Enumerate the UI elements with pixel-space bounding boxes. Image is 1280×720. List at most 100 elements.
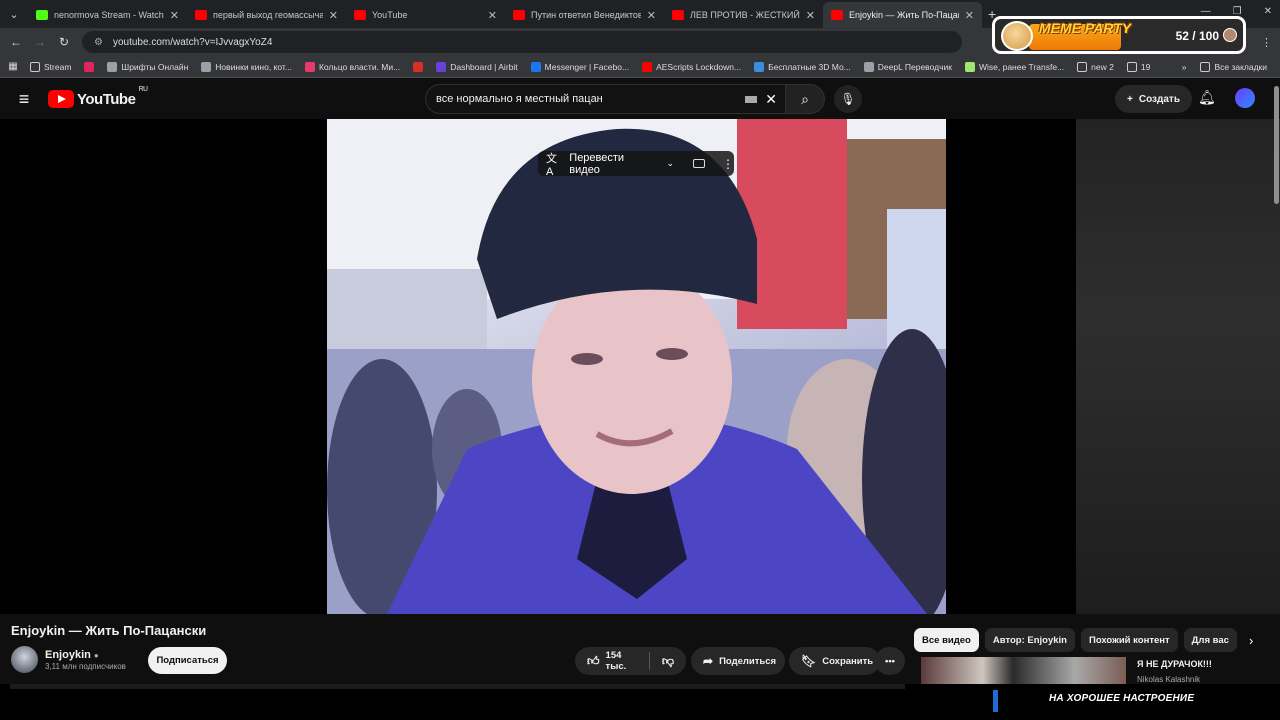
video-frame[interactable] — [327, 119, 946, 614]
recommended-video-channel[interactable]: Nikolas Kalashnik — [1137, 675, 1200, 684]
page-scrollbar[interactable] — [1274, 86, 1279, 204]
keyboard-icon[interactable] — [745, 95, 758, 103]
bookmark-label: Messenger | Facebo... — [544, 61, 630, 72]
close-tab-icon[interactable]: ✕ — [965, 9, 974, 22]
voice-search-button[interactable]: 🎙 — [834, 85, 862, 113]
youtube-icon — [831, 10, 843, 20]
bookmark-item[interactable]: Stream — [30, 61, 71, 72]
like-count[interactable]: 154 тыс. — [606, 650, 637, 672]
youtube-logo[interactable]: YouTube RU — [48, 86, 148, 108]
browser-tab[interactable]: первый выход геомассыча - Y ✕ — [187, 2, 346, 28]
chip-all-videos[interactable]: Все видео — [914, 628, 979, 652]
chevron-down-icon[interactable]: ⌄ — [666, 158, 674, 169]
channel-name[interactable]: Enjoykin ● — [45, 649, 99, 661]
site-icon-purple — [436, 61, 447, 72]
channel-name-text: Enjoykin — [45, 649, 91, 661]
browser-tab[interactable]: Путин ответил Венедиктову - ✕ — [505, 2, 664, 28]
close-tab-icon[interactable]: ✕ — [488, 9, 497, 22]
bookmark-item[interactable]: Бесплатные 3D Мо... — [754, 61, 851, 72]
tab-label: Enjoykin — Жить По-Пацански — [849, 10, 959, 20]
share-icon: ➦ — [703, 654, 714, 668]
more-actions-button[interactable]: ••• — [875, 647, 905, 675]
channel-avatar[interactable] — [11, 646, 38, 673]
browser-tab[interactable]: ЛЕВ ПРОТИВ - ЖЕСТКИЙ ТРЭ ✕ — [664, 2, 823, 28]
site-icon-red — [84, 61, 95, 72]
share-button[interactable]: ➦ Поделиться — [691, 647, 785, 675]
chip-for-you[interactable]: Для вас — [1183, 628, 1237, 652]
bookmark-item[interactable]: Messenger | Facebo... — [530, 61, 630, 72]
create-button[interactable]: + Создать — [1115, 85, 1192, 113]
url-field[interactable]: ⚙ youtube.com/watch?v=IJvvagxYoZ4 — [82, 31, 962, 53]
bookmark-item[interactable]: 19 — [1126, 61, 1151, 72]
banner-accent — [993, 690, 998, 712]
recommended-video-title[interactable]: Я НЕ ДУРАЧОК!!! — [1137, 659, 1212, 669]
doge-icon — [1001, 21, 1033, 51]
share-label: Поделиться — [719, 655, 777, 667]
youtube-header: ≡ YouTube RU все нормально я местный пац… — [0, 79, 1280, 119]
chip-related[interactable]: Похожий контент — [1080, 628, 1178, 652]
tab-search-icon[interactable]: ⌄ — [0, 0, 28, 28]
subscribe-button[interactable]: Подписаться — [148, 647, 227, 674]
bookmark-item[interactable]: Новинки кино, кот... — [201, 61, 292, 72]
bookmark-item[interactable]: Dashboard | Airbit — [436, 61, 518, 72]
bookmark-item[interactable]: AEScripts Lockdown... — [642, 61, 742, 72]
back-icon[interactable]: ← — [4, 35, 28, 49]
thumbs-down-icon[interactable]: 👎︎ — [662, 654, 674, 669]
bookmark-item[interactable] — [413, 61, 424, 72]
clear-search-icon[interactable]: ✕ — [765, 91, 777, 108]
bookmark-label: Бесплатные 3D Мо... — [768, 61, 851, 72]
close-tab-icon[interactable]: ✕ — [170, 9, 179, 22]
browser-tab[interactable]: YouTube ✕ — [346, 2, 505, 28]
site-icon-wise — [964, 61, 975, 72]
bookmark-label: AEScripts Lockdown... — [656, 61, 742, 72]
url-text: youtube.com/watch?v=IJvvagxYoZ4 — [112, 36, 273, 48]
site-info-icon[interactable]: ⚙ — [94, 37, 103, 48]
recommendation-chips: Все видео Автор: Enjoykin Похожий контен… — [914, 628, 1253, 652]
chevron-right-icon[interactable]: › — [1249, 633, 1253, 648]
translate-icon: 文A — [546, 152, 557, 178]
chrome-menu-icon[interactable]: ⋮ — [1261, 36, 1272, 49]
apps-grid-icon[interactable]: ▦ — [0, 61, 26, 72]
bookmark-item[interactable]: new 2 — [1077, 61, 1114, 72]
close-tab-icon[interactable]: ✕ — [647, 9, 656, 22]
browser-tab[interactable]: nenormova Stream - Watch Liv ✕ — [28, 2, 187, 28]
close-tab-icon[interactable]: ✕ — [329, 9, 338, 22]
user-avatar[interactable] — [1235, 88, 1255, 108]
search-input[interactable]: все нормально я местный пацан ✕ — [425, 84, 785, 114]
bookmark-label: Кольцо власти. Ми... — [318, 61, 401, 72]
close-window-icon[interactable]: ✕ — [1264, 6, 1272, 17]
bookmarks-bar: ▦ Stream Шрифты Онлайн Новинки кино, кот..… — [0, 56, 1280, 78]
close-tab-icon[interactable]: ✕ — [806, 9, 815, 22]
all-bookmarks[interactable]: Все закладки — [1200, 61, 1267, 72]
tab-label: ЛЕВ ПРОТИВ - ЖЕСТКИЙ ТРЭ — [690, 10, 800, 20]
youtube-icon — [195, 10, 207, 20]
bookmark-item[interactable]: Wise, ранее Transfe... — [964, 61, 1064, 72]
folder-icon — [1077, 61, 1088, 72]
translate-video-bar[interactable]: 文A Перевести видео ⌄ ⋮ — [538, 151, 734, 178]
bookmark-label: Шрифты Онлайн — [121, 61, 189, 72]
more-options-icon[interactable]: ⋮ — [722, 157, 734, 171]
bookmark-label: Dashboard | Airbit — [450, 61, 518, 72]
bookmark-label: DeepL Переводчик — [877, 61, 952, 72]
bookmark-label: Новинки кино, кот... — [215, 61, 292, 72]
notifications-bell-icon[interactable]: 🔔︎ — [1198, 89, 1216, 106]
subtitles-icon[interactable] — [693, 159, 705, 168]
bookmark-label: 19 — [1140, 61, 1151, 72]
forward-icon[interactable]: → — [28, 35, 52, 49]
bookmark-item[interactable]: DeepL Переводчик — [863, 61, 952, 72]
meme-title: MEME PARTY — [1039, 20, 1132, 36]
browser-tab[interactable]: Enjoykin — Жить По-Пацански ✕ — [823, 2, 982, 28]
thumbs-up-icon[interactable]: 👍︎ — [587, 654, 600, 669]
reload-icon[interactable]: ↻ — [52, 35, 76, 49]
bookmark-label: new 2 — [1091, 61, 1114, 72]
search-bar: все нормально я местный пацан ✕ ⌕ — [425, 84, 825, 114]
more-bookmarks-icon[interactable]: » — [1182, 62, 1187, 72]
chip-by-author[interactable]: Автор: Enjoykin — [984, 628, 1075, 652]
bookmark-item[interactable] — [84, 61, 95, 72]
youtube-logo-text: YouTube — [77, 90, 136, 108]
bookmark-item[interactable]: Шрифты Онлайн — [107, 61, 189, 72]
bookmark-item[interactable]: Кольцо власти. Ми... — [304, 61, 401, 72]
search-button[interactable]: ⌕ — [785, 84, 825, 114]
menu-icon[interactable]: ≡ — [0, 89, 48, 110]
save-button[interactable]: 🔖︎ Сохранить — [789, 647, 880, 675]
